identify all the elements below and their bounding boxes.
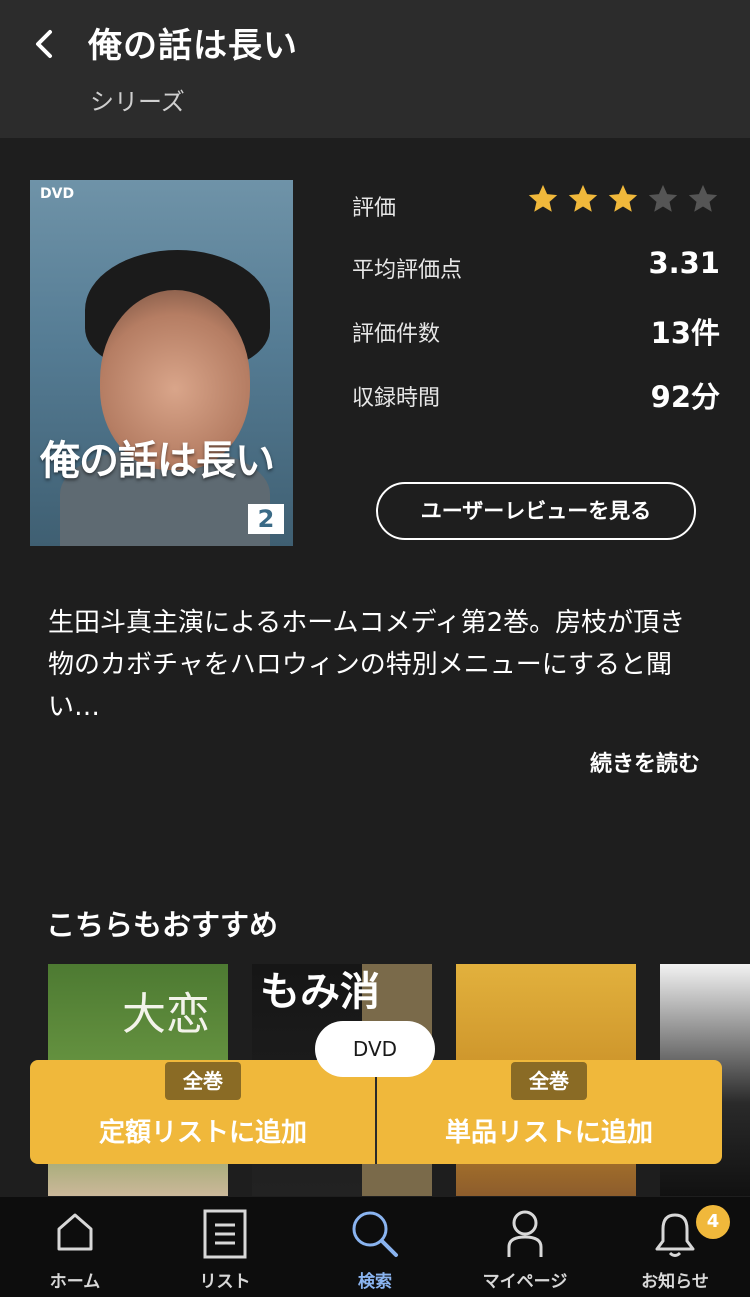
nav-list-label: リスト [199,1272,251,1292]
star-filled-icon [568,184,598,212]
rating-label: 評価 [352,196,397,221]
chevron-left-icon [36,30,52,58]
duration-row: 収録時間 92分 [352,380,720,414]
nav-home-label: ホーム [49,1272,101,1292]
star-empty-icon [648,184,678,212]
description-text: 生田斗真主演によるホームコメディ第2巻。房枝が頂き物のカボチャをハロウィンの特別… [48,608,686,722]
duration-value: 92分 [650,380,720,414]
count-row: 評価件数 13件 [352,316,720,350]
all-volumes-badge: 全巻 [511,1062,587,1100]
count-value: 13件 [650,316,720,350]
rating-row: 評価 [352,184,720,222]
page-title: 俺の話は長い [88,26,298,66]
nav-notice-label: お知らせ [641,1272,709,1292]
back-button[interactable] [26,24,62,64]
list-icon [203,1209,247,1259]
format-pill[interactable]: DVD [315,1021,435,1077]
star-filled-icon [608,184,638,212]
star-empty-icon [688,184,718,212]
add-fixed-list-button[interactable]: 全巻 定額リストに追加 [30,1060,376,1164]
nav-search-label: 検索 [358,1272,392,1292]
avg-label: 平均評価点 [352,258,463,283]
nav-list[interactable]: リスト [150,1197,300,1297]
nav-notice[interactable]: 4 お知らせ [600,1197,750,1297]
duration-label: 収録時間 [352,386,441,411]
nav-mypage[interactable]: マイページ [450,1197,600,1297]
count-label: 評価件数 [352,322,441,347]
cover-title: 俺の話は長い [40,438,275,484]
bell-icon [655,1213,695,1257]
read-more-link[interactable]: 続きを読む [590,746,700,778]
cover-dvd-logo: DVD [40,186,75,202]
rating-stars [526,182,720,216]
recommend-title: こちらもおすすめ [46,908,279,942]
all-volumes-badge: 全巻 [165,1062,241,1100]
notification-count-badge: 4 [696,1205,730,1239]
recommend-item-text: 大恋 [122,989,210,1040]
avg-row: 平均評価点 3.31 [352,246,720,284]
add-single-list-label: 単品リストに追加 [444,1118,653,1148]
cover-image: DVD 俺の話は長い 2 [30,180,293,546]
cover-volume: 2 [248,504,284,534]
add-fixed-list-label: 定額リストに追加 [98,1118,307,1148]
avg-value: 3.31 [648,246,720,280]
bottom-nav: ホーム リスト 検索 マイページ 4 お知らせ [0,1197,750,1297]
nav-mypage-label: マイページ [482,1272,568,1292]
recommend-item-text: もみ消 [260,969,380,1015]
home-icon [57,1213,93,1251]
user-icon [507,1210,543,1257]
page-subtitle: シリーズ [90,88,185,116]
search-icon [352,1211,398,1257]
nav-home[interactable]: ホーム [0,1197,150,1297]
header-bar: 俺の話は長い シリーズ [0,0,750,138]
nav-search[interactable]: 検索 [300,1197,450,1297]
user-review-button[interactable]: ユーザーレビューを見る [376,482,696,540]
add-single-list-button[interactable]: 全巻 単品リストに追加 [376,1060,722,1164]
star-filled-icon [528,184,558,212]
